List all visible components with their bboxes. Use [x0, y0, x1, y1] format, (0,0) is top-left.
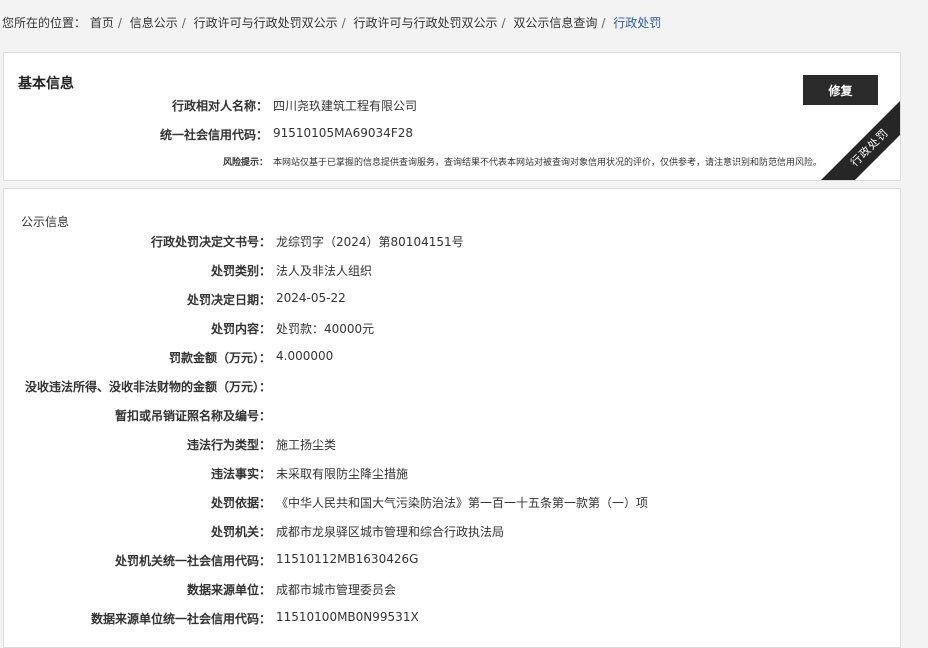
breadcrumb-separator: /: [181, 16, 186, 30]
info-row: 违法事实： 未采取有限防尘降尘措施: [4, 465, 900, 481]
breadcrumb-double-publicity-1[interactable]: 行政许可与行政处罚双公示: [194, 16, 338, 30]
breadcrumb-current: 行政处罚: [613, 16, 662, 30]
basic-info-title: 基本信息: [18, 76, 74, 92]
breadcrumb-separator: /: [341, 16, 346, 30]
field-label: 没收违法所得、没收非法财物的金额（万元）：: [24, 380, 271, 394]
field-value: 91510105MA69034F28: [273, 126, 413, 140]
info-row: 数据来源单位统一社会信用代码： 11510100MB0N99531X: [4, 610, 900, 626]
risk-label: 风险提示：: [222, 158, 268, 168]
field-label: 处罚依据：: [210, 496, 271, 510]
breadcrumb-prefix: 您所在的位置：: [2, 16, 87, 30]
info-row-name: 行政相对人名称： 四川尧玖建筑工程有限公司: [4, 97, 900, 113]
info-row: 罚款金额（万元）： 4.000000: [4, 349, 900, 365]
risk-notice: 风险提示： 本网站仅基于已掌握的信息提供查询服务，查询结果不代表本网站对被查询对…: [4, 155, 900, 169]
breadcrumb-separator: /: [501, 16, 506, 30]
breadcrumb-separator: /: [601, 16, 606, 30]
field-label: 处罚类别：: [210, 264, 271, 278]
field-label: 处罚机关：: [210, 525, 271, 539]
info-row: 处罚内容： 处罚款：40000元: [4, 320, 900, 336]
field-label: 数据来源单位：: [186, 583, 271, 597]
field-label: 行政相对人名称：: [171, 99, 268, 113]
breadcrumb-separator: /: [117, 16, 122, 30]
field-label: 行政处罚决定文书号：: [150, 235, 271, 249]
field-value: 法人及非法人组织: [276, 264, 373, 278]
breadcrumb-query[interactable]: 双公示信息查询: [513, 16, 597, 30]
info-row: 处罚机关： 成都市龙泉驿区城市管理和综合行政执法局: [4, 523, 900, 539]
info-row: 违法行为类型： 施工扬尘类: [4, 436, 900, 452]
field-label: 处罚内容：: [210, 322, 271, 336]
info-row: 处罚决定日期： 2024-05-22: [4, 291, 900, 307]
field-value: 11510100MB0N99531X: [276, 610, 419, 624]
breadcrumb-home[interactable]: 首页: [90, 16, 114, 30]
info-row: 没收违法所得、没收非法财物的金额（万元）：: [4, 378, 900, 394]
field-label: 数据来源单位统一社会信用代码：: [90, 612, 271, 626]
field-value: 《中华人民共和国大气污染防治法》第一百一十五条第一款第（一）项: [276, 496, 649, 510]
info-row: 处罚机关统一社会信用代码： 11510112MB1630426G: [4, 552, 900, 568]
info-row: 处罚类别： 法人及非法人组织: [4, 262, 900, 278]
field-value: 未采取有限防尘降尘措施: [276, 467, 409, 481]
field-value: 成都市城市管理委员会: [276, 583, 397, 597]
repair-button[interactable]: 修复: [803, 75, 878, 105]
field-value: 龙综罚字（2024）第80104151号: [276, 235, 464, 249]
breadcrumb: 您所在的位置： 首页 / 信息公示 / 行政许可与行政处罚双公示 / 行政许可与行政处…: [2, 14, 661, 31]
info-row: 处罚依据： 《中华人民共和国大气污染防治法》第一百一十五条第一款第（一）项: [4, 494, 900, 510]
field-value: 4.000000: [276, 349, 334, 363]
field-label: 处罚决定日期：: [186, 293, 271, 307]
field-label: 罚款金额（万元）：: [168, 351, 271, 365]
field-value: 处罚款：40000元: [276, 322, 375, 336]
field-label: 暂扣或吊销证照名称及编号：: [114, 409, 271, 423]
risk-text: 本网站仅基于已掌握的信息提供查询服务，查询结果不代表本网站对被查询对象信用状况的…: [273, 158, 823, 168]
info-row: 暂扣或吊销证照名称及编号：: [4, 407, 900, 423]
field-value: 11510112MB1630426G: [276, 552, 419, 566]
field-label: 违法事实：: [210, 467, 271, 481]
field-label: 统一社会信用代码：: [159, 128, 268, 142]
field-value: 成都市龙泉驿区城市管理和综合行政执法局: [276, 525, 505, 539]
basic-info-panel: 基本信息 行政相对人名称： 四川尧玖建筑工程有限公司 统一社会信用代码： 915…: [3, 52, 901, 181]
field-label: 违法行为类型：: [186, 438, 271, 452]
field-value: 四川尧玖建筑工程有限公司: [273, 99, 418, 113]
public-info-title: 公示信息: [21, 215, 70, 229]
field-value: 2024-05-22: [276, 291, 346, 305]
public-info-panel: 公示信息 行政处罚决定文书号： 龙综罚字（2024）第80104151号 处罚类…: [3, 188, 901, 648]
field-value: 施工扬尘类: [276, 438, 337, 452]
info-row: 数据来源单位： 成都市城市管理委员会: [4, 581, 900, 597]
field-label: 处罚机关统一社会信用代码：: [114, 554, 271, 568]
breadcrumb-info-publicity[interactable]: 信息公示: [130, 16, 178, 30]
info-row-credit-code: 统一社会信用代码： 91510105MA69034F28: [4, 126, 900, 142]
breadcrumb-double-publicity-2[interactable]: 行政许可与行政处罚双公示: [354, 16, 498, 30]
info-row: 行政处罚决定文书号： 龙综罚字（2024）第80104151号: [4, 233, 900, 249]
